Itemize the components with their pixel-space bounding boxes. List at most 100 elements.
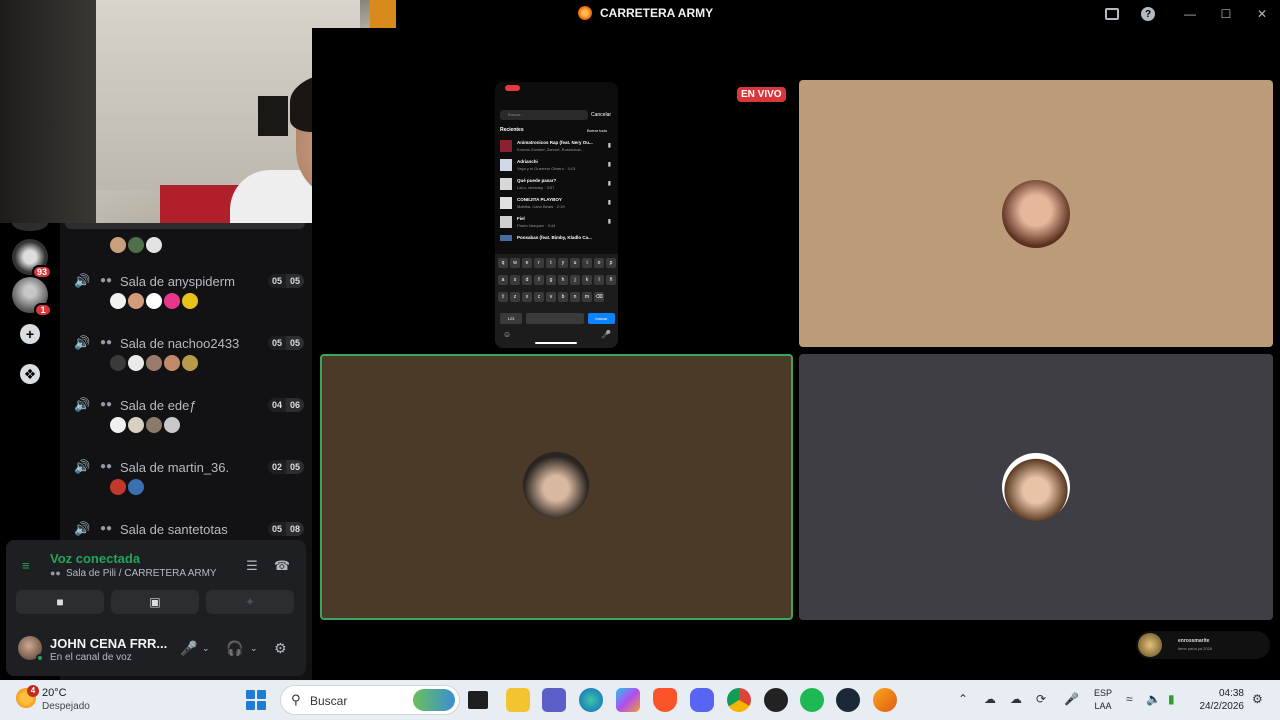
phone-recent-item: Adrianchi Yayo y el Guerrero Obrero · 3:… xyxy=(500,157,613,174)
help-button[interactable]: ? xyxy=(1130,0,1166,28)
participant-avatar[interactable] xyxy=(144,353,164,373)
chevron-up-icon[interactable]: ⌃ xyxy=(958,692,968,706)
participant-avatar[interactable] xyxy=(126,477,146,497)
participant-avatar[interactable] xyxy=(126,415,146,435)
activities-button[interactable]: ✦ xyxy=(206,590,294,614)
server-icon-skull[interactable]: 93 xyxy=(12,239,52,279)
file-explorer-icon[interactable] xyxy=(506,688,530,712)
speaker-icon: 🔊 xyxy=(74,521,91,536)
phone-recent-item: Fiel Flavio Vazquez · 3:44 ▮ xyxy=(500,214,613,231)
participant-avatar[interactable] xyxy=(162,353,182,373)
participant-avatar[interactable] xyxy=(108,291,128,311)
participant-tile-speaking[interactable] xyxy=(320,354,793,620)
room-count: 04 06 xyxy=(267,398,304,412)
headphones-icon[interactable]: 🎧 xyxy=(226,640,243,657)
search-label: Buscar xyxy=(310,694,348,708)
edge-icon[interactable] xyxy=(579,688,603,712)
disconnect-icon[interactable]: ☎ xyxy=(272,558,292,574)
participant-tile[interactable] xyxy=(799,354,1273,620)
voice-room[interactable]: 🔊 ●● Sala de anyspiderm 05 05 xyxy=(60,271,312,333)
camera-off-button[interactable]: ■ xyxy=(16,590,104,614)
participant-avatar[interactable] xyxy=(162,415,182,435)
obs-icon[interactable] xyxy=(764,688,788,712)
group-icon: ●● xyxy=(100,461,113,472)
discord-icon[interactable] xyxy=(690,688,714,712)
room-name: Sala de nachoo2433 xyxy=(120,335,240,351)
bookmark-icon: ▮ xyxy=(607,162,611,168)
participant-avatar[interactable] xyxy=(144,415,164,435)
participant-avatar[interactable] xyxy=(108,477,128,497)
participant-avatar[interactable] xyxy=(108,353,128,373)
participant-avatar[interactable] xyxy=(180,353,200,373)
spotify-icon[interactable] xyxy=(800,688,824,712)
discover-icon[interactable]: ❖ xyxy=(20,364,40,384)
room-participants xyxy=(108,353,200,373)
participant-avatar[interactable] xyxy=(126,235,146,255)
maximize-button[interactable]: ☐ xyxy=(1208,0,1244,28)
room-participants xyxy=(108,291,200,311)
window-title: CARRETERA ARMY xyxy=(600,6,714,20)
noise-suppression-icon[interactable]: ☰ xyxy=(242,558,262,574)
screen-share-stream[interactable]: Buscar... Cancelar Recientes Borrar todo… xyxy=(495,82,618,348)
participant-avatar xyxy=(1138,633,1162,657)
weather-badge: 4 xyxy=(27,685,39,697)
screen-share-button[interactable]: ▣ xyxy=(111,590,199,614)
start-button[interactable] xyxy=(246,690,266,710)
onedrive-icon[interactable]: ☁ xyxy=(984,692,996,706)
refresh-icon[interactable]: ⟳ xyxy=(1036,692,1046,706)
participant-avatar[interactable] xyxy=(126,291,146,311)
server-icon-group[interactable]: 1 xyxy=(12,277,52,317)
signal-icon[interactable]: ≡ xyxy=(22,558,38,574)
inbox-button[interactable] xyxy=(1094,0,1130,28)
wifi-icon[interactable]: ≈ xyxy=(1126,692,1133,706)
voice-room[interactable]: 🔊 ●● Sala de nachoo2433 05 05 xyxy=(60,333,312,395)
room-count: 02 05 xyxy=(267,460,304,474)
phone-recent-item: Qué puede pasar? LaLo, chesney · 3:57 ▮ xyxy=(500,176,613,193)
voice-room[interactable]: 🔊 ●● Sala de martin_36. 02 05 xyxy=(60,457,312,519)
microphone-icon[interactable]: 🎤 xyxy=(1064,692,1079,706)
fl-studio-icon[interactable] xyxy=(873,688,897,712)
voice-channel[interactable]: Sala de Pili / CARRETERA ARMY xyxy=(66,568,217,579)
taskview-icon[interactable] xyxy=(468,691,488,709)
inbox-icon xyxy=(1105,8,1119,20)
voice-room[interactable]: 🔊 ●● Sala de edeƒ 04 06 xyxy=(60,395,312,457)
gear-icon[interactable]: ⚙ xyxy=(274,640,287,657)
participant-avatar[interactable] xyxy=(162,291,182,311)
teams-icon[interactable] xyxy=(542,688,566,712)
room-name: Sala de santetotas xyxy=(120,521,228,537)
minimize-button[interactable]: — xyxy=(1172,0,1208,28)
close-button[interactable]: ✕ xyxy=(1244,0,1280,28)
mini-participant[interactable]: enrossmarite tiene pana ya 2026 xyxy=(1136,631,1270,659)
voice-stage: Buscar... Cancelar Recientes Borrar todo… xyxy=(312,28,1280,680)
battery-icon[interactable]: ▮ xyxy=(1168,692,1175,706)
chevron-down-icon[interactable]: ⌄ xyxy=(202,643,210,654)
notification-icon[interactable]: ⚙ xyxy=(1252,692,1263,706)
participant-avatar[interactable] xyxy=(108,415,128,435)
participant-avatar[interactable] xyxy=(108,235,128,255)
steam-icon[interactable] xyxy=(836,688,860,712)
copilot-icon[interactable] xyxy=(616,688,640,712)
room-count: 05 08 xyxy=(267,522,304,536)
voice-status[interactable]: Voz conectada xyxy=(50,551,140,566)
microphone-icon[interactable]: 🎤 xyxy=(180,640,197,657)
participant-avatar[interactable] xyxy=(180,291,200,311)
weather-condition[interactable]: Despejado xyxy=(42,701,90,712)
language-indicator[interactable]: ESP LAA xyxy=(1094,687,1112,713)
participant-avatar xyxy=(1002,453,1070,521)
brave-icon[interactable] xyxy=(653,688,677,712)
taskbar-search[interactable]: ⚲ Buscar xyxy=(280,685,460,715)
clock[interactable]: 04:38 24/2/2026 xyxy=(1198,687,1245,713)
participant-avatar[interactable] xyxy=(144,235,164,255)
participant-tile[interactable] xyxy=(799,80,1273,347)
chrome-icon[interactable] xyxy=(727,688,751,712)
volume-icon[interactable]: 🔈 xyxy=(1146,692,1161,706)
bookmark-icon: ▮ xyxy=(607,143,611,149)
add-server-icon[interactable]: + xyxy=(20,324,40,344)
room-participants xyxy=(108,415,182,435)
weather-temperature[interactable]: 20°C xyxy=(42,687,67,699)
participant-avatar[interactable] xyxy=(144,291,164,311)
chevron-down-icon[interactable]: ⌄ xyxy=(250,643,258,654)
cloud-sync-icon[interactable]: ☁ xyxy=(1010,692,1022,706)
participant-avatar[interactable] xyxy=(126,353,146,373)
user-name[interactable]: JOHN CENA FRR... xyxy=(50,636,167,651)
